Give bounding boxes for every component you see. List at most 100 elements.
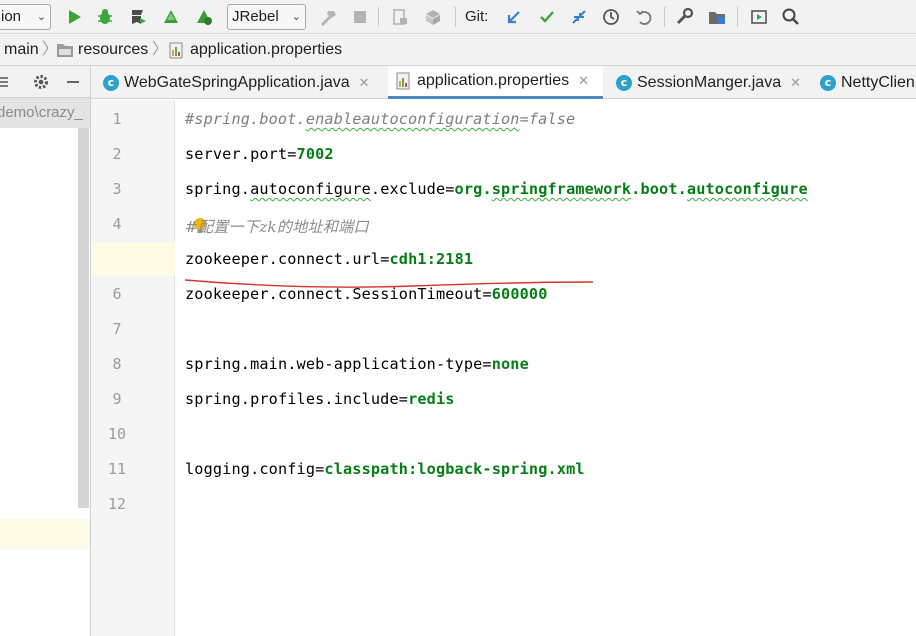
code-line[interactable]: zookeeper.connect.url=cdh1:2181 bbox=[185, 250, 473, 268]
folder-icon bbox=[57, 44, 73, 57]
line-number: 2 bbox=[112, 145, 122, 163]
tab-webgatespringapplication[interactable]: c WebGateSpringApplication.java ✕ bbox=[103, 66, 370, 99]
tab-sessionmanger[interactable]: c SessionManger.java ✕ bbox=[616, 66, 801, 99]
tab-nettyclient[interactable]: c NettyClien bbox=[820, 66, 915, 99]
jrebel-combo[interactable]: JRebel ⌄ bbox=[227, 4, 306, 30]
property-key: spring.profiles.include bbox=[185, 390, 399, 408]
main-toolbar: ion ⌄ JRebel ⌄ Git: bbox=[0, 0, 916, 34]
project-tree-path[interactable]: demo\crazy_ bbox=[0, 98, 90, 128]
code-line[interactable]: spring.profiles.include=redis bbox=[185, 390, 455, 408]
project-panel: demo\crazy_ bbox=[0, 66, 91, 636]
class-icon: c bbox=[616, 74, 632, 91]
breadcrumb-label: resources bbox=[78, 41, 149, 58]
project-tree-selected-row[interactable] bbox=[0, 519, 90, 549]
toolbar-divider bbox=[737, 7, 738, 27]
property-value: classpath:logback-spring.xml bbox=[324, 460, 585, 478]
run-icon[interactable] bbox=[62, 5, 86, 29]
code-comment: #spring.boot.enableautoconfiguration=fal… bbox=[185, 110, 576, 128]
close-icon[interactable]: ✕ bbox=[790, 75, 801, 91]
property-key: logging.config bbox=[185, 460, 316, 478]
settings-wrench-icon[interactable] bbox=[673, 5, 697, 29]
line-number: 1 bbox=[112, 110, 122, 128]
build-icon[interactable] bbox=[316, 5, 340, 29]
breadcrumb-item-file[interactable]: application.properties bbox=[168, 34, 342, 66]
line-number: 9 bbox=[112, 390, 122, 408]
tab-application-properties[interactable]: application.properties ✕ bbox=[388, 66, 603, 99]
property-separator: = bbox=[482, 355, 492, 373]
gear-icon[interactable] bbox=[32, 73, 50, 91]
line-number: 8 bbox=[112, 355, 122, 373]
git-label: Git: bbox=[465, 8, 489, 25]
stop-icon[interactable] bbox=[348, 5, 372, 29]
spring-class-icon: c bbox=[103, 74, 119, 91]
close-icon[interactable]: ✕ bbox=[359, 75, 370, 91]
line-number: 11 bbox=[107, 460, 127, 478]
editor-tabs: c WebGateSpringApplication.java ✕ applic… bbox=[91, 66, 916, 99]
property-value: none bbox=[491, 355, 529, 373]
collapse-all-icon[interactable] bbox=[0, 73, 12, 91]
breadcrumb-item-resources[interactable]: resources bbox=[56, 34, 148, 66]
property-value: 7002 bbox=[296, 145, 334, 163]
chevron-right-icon: 〉 bbox=[152, 41, 169, 58]
minimize-icon[interactable] bbox=[64, 73, 82, 91]
property-value: org.springframework.boot.autoconfigure bbox=[454, 180, 808, 198]
line-number: 12 bbox=[107, 495, 127, 513]
tab-label: application.properties bbox=[417, 72, 570, 89]
jrebel-label: JRebel bbox=[232, 8, 279, 25]
tab-label: NettyClien bbox=[841, 73, 915, 91]
project-structure-icon[interactable] bbox=[705, 5, 729, 29]
code-line[interactable]: logging.config=classpath:logback-spring.… bbox=[185, 460, 585, 478]
module-icon[interactable] bbox=[421, 5, 445, 29]
property-key: zookeeper.connect.SessionTimeout bbox=[185, 285, 483, 303]
run-configuration-select[interactable]: ion ⌄ bbox=[0, 4, 51, 30]
line-number-gutter: 123456789101112 bbox=[91, 100, 175, 636]
tab-label: SessionManger.java bbox=[637, 73, 782, 91]
code-line[interactable]: server.port=7002 bbox=[185, 145, 334, 163]
property-separator: = bbox=[482, 285, 492, 303]
code-editor[interactable]: #spring.boot.enableautoconfiguration=fal… bbox=[175, 100, 916, 636]
line-number: 7 bbox=[112, 320, 122, 338]
breadcrumb: main 〉 resources 〉 application.propertie… bbox=[0, 34, 916, 66]
debug-icon[interactable] bbox=[93, 5, 117, 29]
property-value: 600000 bbox=[491, 285, 548, 303]
git-merge-icon[interactable] bbox=[567, 5, 591, 29]
project-panel-scrollbar[interactable] bbox=[78, 128, 89, 508]
chevron-down-icon: ⌄ bbox=[291, 11, 301, 23]
close-icon[interactable]: ✕ bbox=[578, 73, 589, 89]
breadcrumb-label: application.properties bbox=[190, 41, 343, 58]
property-key: spring.autoconfigure.exclude bbox=[185, 180, 446, 198]
jrebel-run-icon[interactable] bbox=[159, 5, 183, 29]
class-icon: c bbox=[820, 74, 836, 91]
attach-icon[interactable] bbox=[388, 5, 412, 29]
toolbar-divider bbox=[455, 7, 456, 27]
property-separator: = bbox=[287, 145, 297, 163]
breadcrumb-item-main[interactable]: main bbox=[4, 34, 39, 66]
git-commit-icon[interactable] bbox=[535, 5, 559, 29]
property-separator: = bbox=[380, 250, 390, 268]
property-separator: = bbox=[445, 180, 455, 198]
toolbar-divider bbox=[664, 7, 665, 27]
line-number: 10 bbox=[107, 425, 127, 443]
code-line[interactable]: spring.main.web-application-type=none bbox=[185, 355, 529, 373]
property-key: server.port bbox=[185, 145, 288, 163]
property-key: spring.main.web-application-type bbox=[185, 355, 483, 373]
git-history-icon[interactable] bbox=[599, 5, 623, 29]
code-line[interactable]: spring.autoconfigure.exclude=org.springf… bbox=[185, 180, 808, 198]
coverage-icon[interactable] bbox=[126, 5, 150, 29]
properties-file-icon bbox=[396, 72, 410, 90]
search-icon[interactable] bbox=[779, 5, 803, 29]
presentation-icon[interactable] bbox=[747, 5, 771, 29]
code-line[interactable]: #配置一下zk的地址和端口 bbox=[185, 215, 369, 237]
jrebel-debug-icon[interactable] bbox=[192, 5, 216, 29]
git-update-icon[interactable] bbox=[502, 5, 526, 29]
code-line[interactable]: zookeeper.connect.SessionTimeout=600000 bbox=[185, 285, 548, 303]
code-line[interactable]: #spring.boot.enableautoconfiguration=fal… bbox=[185, 110, 575, 128]
project-panel-header bbox=[0, 66, 90, 98]
properties-file-icon bbox=[169, 42, 183, 59]
git-revert-icon[interactable] bbox=[632, 5, 656, 29]
toolbar-divider bbox=[378, 7, 379, 27]
property-separator: = bbox=[398, 390, 409, 408]
chevron-down-icon: ⌄ bbox=[36, 11, 46, 23]
property-value: redis bbox=[408, 390, 455, 408]
tab-label: WebGateSpringApplication.java bbox=[124, 73, 350, 91]
